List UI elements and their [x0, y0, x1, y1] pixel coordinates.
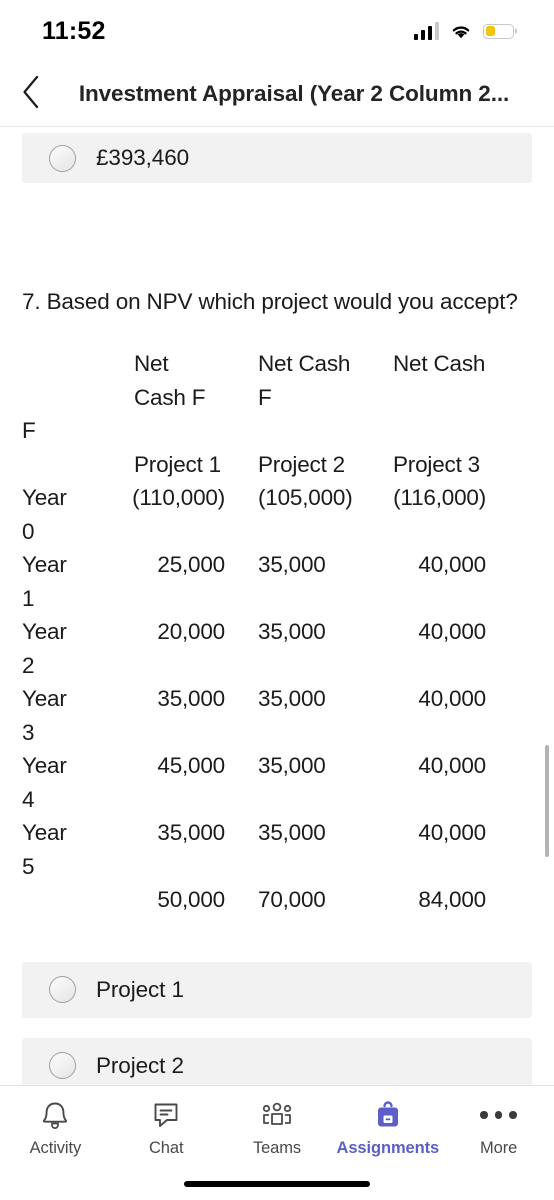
people-icon: [260, 1098, 294, 1132]
cell-project-2: 70,000: [258, 887, 326, 912]
tab-label: Assignments: [336, 1139, 440, 1157]
option-label: Project 1: [96, 976, 184, 1002]
table-header-netcash-2: Net Cash F: [258, 351, 351, 410]
table-header-corner-2: [0, 448, 78, 482]
question-7-text: 7. Based on NPV which project would you …: [22, 289, 518, 314]
table-header-row-2: Project 1 Project 2 Project 3: [0, 448, 554, 482]
table-row-total: 50,000 70,000 84,000: [0, 883, 554, 917]
tab-label: Activity: [29, 1139, 82, 1157]
option-card-393460[interactable]: £393,460: [22, 133, 532, 183]
more-dots-icon: [480, 1098, 517, 1132]
cell-project-3: 40,000: [418, 820, 486, 845]
tab-more[interactable]: More: [443, 1098, 554, 1158]
table-header-corner: [0, 347, 78, 414]
cell-year: Year 0: [22, 485, 67, 544]
cell-project-1: 20,000: [157, 619, 225, 644]
cell-project-2: 35,000: [258, 820, 326, 845]
back-button[interactable]: [0, 62, 62, 126]
radio-unselected-icon[interactable]: [49, 144, 76, 172]
table-header-row-1: Net Cash F Net Cash F Net Cash: [0, 347, 554, 414]
table-row: Year 0 (110,000) (105,000) (116,000): [0, 481, 554, 548]
page-title: Investment Appraisal (Year 2 Column 2...: [78, 81, 510, 106]
cell-project-1: 50,000: [157, 887, 225, 912]
option-card-project-2[interactable]: Project 2: [22, 1037, 532, 1085]
cell-project-1: 35,000: [157, 686, 225, 711]
table-header-netcash-1: Net Cash F: [134, 351, 206, 410]
nav-bar: Investment Appraisal (Year 2 Column 2...: [0, 62, 554, 126]
cell-year: Year 1: [22, 552, 67, 611]
table-row: Year 3 35,000 35,000 40,000: [0, 682, 554, 749]
table-row: Year 5 35,000 35,000 40,000: [0, 816, 554, 883]
table-row: Year 2 20,000 35,000 40,000: [0, 615, 554, 682]
cell-year: Year 5: [22, 820, 67, 879]
cell-project-3: 40,000: [418, 619, 486, 644]
mobile-app-screen: 11:52 Investment Appraisal (Year 2 Colum…: [0, 0, 554, 1200]
cell-project-2: (105,000): [258, 485, 353, 510]
cell-project-1: (110,000): [132, 485, 225, 510]
cell-project-3: (116,000): [393, 485, 486, 510]
cell-project-2: 35,000: [258, 686, 326, 711]
backpack-icon: [372, 1098, 404, 1132]
wifi-icon: [450, 23, 472, 40]
cell-project-1: 35,000: [157, 820, 225, 845]
cell-project-3: 84,000: [418, 887, 486, 912]
table-header-project-1: Project 1: [134, 451, 221, 477]
status-bar: 11:52: [0, 0, 554, 62]
battery-icon: [483, 23, 514, 39]
option-card-project-1[interactable]: Project 1: [22, 961, 532, 1018]
status-icons: [413, 22, 514, 40]
tab-activity[interactable]: Activity: [0, 1098, 111, 1158]
cell-project-3: 40,000: [418, 753, 486, 778]
cell-project-3: 40,000: [418, 552, 486, 577]
table-header-netcash-3: Net Cash: [393, 351, 486, 376]
cell-project-2: 35,000: [258, 619, 326, 644]
question-7-options: Project 1 Project 2 Project 3: [0, 961, 554, 1085]
cell-project-1: 25,000: [157, 552, 225, 577]
table-header-wrap-fragment: F: [22, 418, 36, 443]
status-time: 11:52: [42, 16, 106, 45]
table-header-project-2: Project 2: [258, 451, 345, 477]
table-header-project-3: Project 3: [393, 451, 480, 477]
option-label: Project 2: [96, 1052, 184, 1078]
table-row: Year 1 25,000 35,000 40,000: [0, 548, 554, 615]
tab-label: Chat: [148, 1139, 184, 1157]
cell-project-3: 40,000: [418, 686, 486, 711]
quiz-scroll-content[interactable]: £393,460 7. Based on NPV which project w…: [0, 127, 554, 1085]
radio-unselected-icon[interactable]: [49, 976, 76, 1003]
tab-label: Teams: [252, 1139, 302, 1157]
cell-year: Year 2: [22, 619, 67, 678]
back-chevron-icon: [21, 75, 41, 114]
table-row: Year 4 45,000 35,000 40,000: [0, 749, 554, 816]
tab-label: More: [479, 1139, 518, 1157]
cell-project-1: 45,000: [157, 753, 225, 778]
vertical-scrollbar[interactable]: [545, 745, 549, 857]
previous-question-options: £393,460: [0, 127, 554, 183]
cellular-signal-icon: [413, 22, 439, 40]
chat-bubble-icon: [150, 1098, 182, 1132]
radio-unselected-icon[interactable]: [49, 1052, 76, 1079]
cell-year: Year 3: [22, 686, 67, 745]
cell-project-2: 35,000: [258, 552, 326, 577]
option-label: £393,460: [96, 145, 190, 170]
tab-chat[interactable]: Chat: [111, 1098, 222, 1158]
home-indicator: [184, 1181, 370, 1187]
net-cash-flow-table: Net Cash F Net Cash F Net Cash F Project…: [0, 347, 554, 917]
cell-project-2: 35,000: [258, 753, 326, 778]
tab-teams[interactable]: Teams: [222, 1098, 333, 1158]
cell-year: Year 4: [22, 753, 67, 812]
bell-icon: [39, 1098, 71, 1132]
tab-assignments[interactable]: Assignments: [332, 1098, 443, 1158]
